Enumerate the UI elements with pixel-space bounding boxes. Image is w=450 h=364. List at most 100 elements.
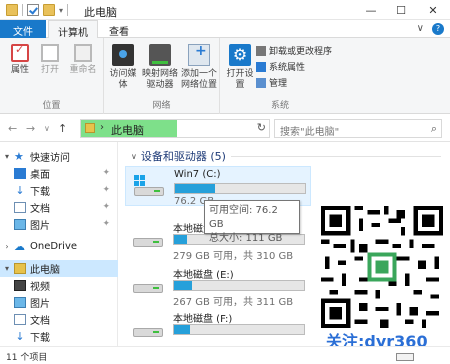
sidebar-item-pc-pictures[interactable]: 图片 xyxy=(0,294,118,311)
drive-usage-fill xyxy=(174,325,190,334)
access-media-label: 访问媒体 xyxy=(109,69,137,90)
drive-info: 267 GB 可用，共 311 GB xyxy=(173,297,294,308)
close-button[interactable]: ✕ xyxy=(416,0,450,20)
map-drive-label: 映射网络驱动器 xyxy=(142,69,179,90)
pin-icon: ✦ xyxy=(102,202,110,212)
uninstall-label: 卸载或更改程序 xyxy=(269,47,333,57)
pin-icon: ✦ xyxy=(102,185,110,195)
tooltip-free-space: 可用空间: 76.2 GB xyxy=(209,205,278,230)
system-properties-button[interactable]: 系统属性 xyxy=(256,60,305,73)
address-path: 此电脑 xyxy=(111,124,144,137)
sidebar-item-desktop[interactable]: 桌面 ✦ xyxy=(0,165,118,182)
group-title: 设备和驱动器 (5) xyxy=(140,150,226,163)
divider xyxy=(67,4,69,16)
sidebar-item-onedrive[interactable]: › ☁ OneDrive xyxy=(0,238,118,255)
system-properties-icon xyxy=(256,61,266,72)
group-header[interactable]: ∨ 设备和驱动器 (5) xyxy=(131,148,226,164)
search-icon[interactable]: ⌕ xyxy=(431,122,437,136)
up-button[interactable]: ↑ xyxy=(58,122,67,135)
details-view-button[interactable] xyxy=(396,353,414,361)
chevron-down-icon[interactable]: ∨ xyxy=(131,152,137,161)
sidebar-item-pc-documents[interactable]: 文档 xyxy=(0,311,118,328)
sidebar-item-label: OneDrive xyxy=(30,241,78,252)
map-drive-button[interactable]: 映射网络驱动器 xyxy=(142,44,178,91)
forward-button[interactable]: → xyxy=(26,122,35,135)
sidebar-item-label: 下载 xyxy=(30,333,50,344)
refresh-icon[interactable]: ↻ xyxy=(257,121,266,134)
system-group-label: 系统 xyxy=(270,101,289,111)
network-group: 访问媒体 映射网络驱动器 添加一个网络位置 网络 xyxy=(104,38,220,114)
status-bar: 11 个项目 xyxy=(0,346,450,364)
download-icon: ↓ xyxy=(15,330,25,343)
drive-icon xyxy=(131,316,165,338)
ribbon-tools: ∨ ? xyxy=(417,23,444,35)
drive-usage-bar xyxy=(174,183,306,194)
sidebar-item-label: 桌面 xyxy=(30,170,50,181)
address-bar[interactable]: › 此电脑 ↻ xyxy=(80,119,270,138)
download-icon: ↓ xyxy=(15,184,25,197)
sidebar-item-label: 文档 xyxy=(30,316,50,327)
open-button[interactable]: 打开 xyxy=(38,44,62,76)
tab-file[interactable]: 文件 xyxy=(0,20,46,38)
maximize-button[interactable]: ☐ xyxy=(386,0,416,20)
help-icon[interactable]: ? xyxy=(432,23,444,35)
chevron-down-icon[interactable]: ▾ xyxy=(59,6,63,15)
minimize-button[interactable]: — xyxy=(356,0,386,20)
uninstall-button[interactable]: 卸载或更改程序 xyxy=(256,44,332,57)
rename-label: 重命名 xyxy=(69,65,97,75)
access-media-button[interactable]: 访问媒体 xyxy=(106,44,140,91)
drive-icon xyxy=(131,226,165,248)
location-group-label: 位置 xyxy=(42,101,61,111)
properties-button[interactable]: 属性 xyxy=(8,44,32,76)
open-settings-button[interactable]: ⚙ 打开设置 xyxy=(226,44,254,91)
drive-usage-fill xyxy=(174,281,192,290)
back-button[interactable]: ← xyxy=(8,122,17,135)
sidebar-item-quick-access[interactable]: ▾ ★ 快速访问 xyxy=(0,148,118,165)
drive-usage-fill xyxy=(174,235,187,244)
properties-check-icon[interactable] xyxy=(27,4,39,16)
drive-icon xyxy=(132,175,166,197)
manage-button[interactable]: 管理 xyxy=(256,76,287,89)
search-input[interactable]: 搜索"此电脑" ⌕ xyxy=(274,119,442,138)
drive-usage-bar xyxy=(173,280,305,291)
tooltip-total-size: 总大小: 111 GB xyxy=(209,233,283,244)
sidebar-item-documents[interactable]: 文档 ✦ xyxy=(0,199,118,216)
sidebar-item-downloads[interactable]: ↓ 下载 ✦ xyxy=(0,182,118,199)
drive-item[interactable]: 本地磁盘 (F:) xyxy=(125,308,311,348)
open-settings-label: 打开设置 xyxy=(226,69,254,90)
drive-usage-fill xyxy=(175,184,215,193)
rename-icon xyxy=(74,44,92,62)
drive-name: 本地磁盘 (F:) xyxy=(173,314,233,325)
manage-label: 管理 xyxy=(269,79,288,89)
sidebar-item-pc-downloads[interactable]: ↓ 下载 xyxy=(0,328,118,345)
sidebar-item-label: 此电脑 xyxy=(30,265,60,276)
navigation-pane: ▾ ★ 快速访问 桌面 ✦ ↓ 下载 ✦ 文档 ✦ 图片 ✦ › ☁ OneDr… xyxy=(0,142,118,346)
sidebar-item-pictures[interactable]: 图片 ✦ xyxy=(0,216,118,233)
system-group: ⚙ 打开设置 卸载或更改程序 系统属性 管理 系统 xyxy=(220,38,340,114)
rename-button[interactable]: 重命名 xyxy=(68,44,98,76)
network-location-icon xyxy=(188,44,210,66)
recent-locations-icon[interactable]: ∨ xyxy=(44,124,50,133)
documents-icon xyxy=(14,202,26,213)
new-folder-icon[interactable] xyxy=(43,4,55,16)
qr-code-icon xyxy=(321,206,443,328)
drive-tooltip: 可用空间: 76.2 GB 总大小: 111 GB xyxy=(204,200,300,244)
chevron-right-icon[interactable]: › xyxy=(0,242,14,251)
chevron-down-icon[interactable]: ▾ xyxy=(0,264,14,273)
sidebar-item-label: 文档 xyxy=(30,204,50,215)
chevron-right-icon[interactable]: › xyxy=(100,122,104,133)
chevron-down-icon[interactable]: ▾ xyxy=(0,152,14,161)
sidebar-item-label: 快速访问 xyxy=(30,153,70,164)
collapse-ribbon-button[interactable]: ∨ xyxy=(417,23,424,35)
tab-view[interactable]: 查看 xyxy=(100,20,138,38)
divider xyxy=(231,156,441,157)
sidebar-item-this-pc[interactable]: ▾ 此电脑 xyxy=(0,260,118,277)
drive-item[interactable]: 本地磁盘 (E:) 267 GB 可用，共 311 GB xyxy=(125,264,311,308)
window-title: 此电脑 xyxy=(84,6,117,19)
tab-computer[interactable]: 计算机 xyxy=(48,20,98,39)
properties-label: 属性 xyxy=(10,65,29,75)
add-network-location-button[interactable]: 添加一个网络位置 xyxy=(180,44,218,91)
ribbon: 属性 打开 重命名 位置 访问媒体 映射网络驱动器 添加一个网络位置 网络 ⚙ … xyxy=(0,38,450,114)
sidebar-item-videos[interactable]: 视频 xyxy=(0,277,118,294)
video-icon xyxy=(14,280,26,291)
